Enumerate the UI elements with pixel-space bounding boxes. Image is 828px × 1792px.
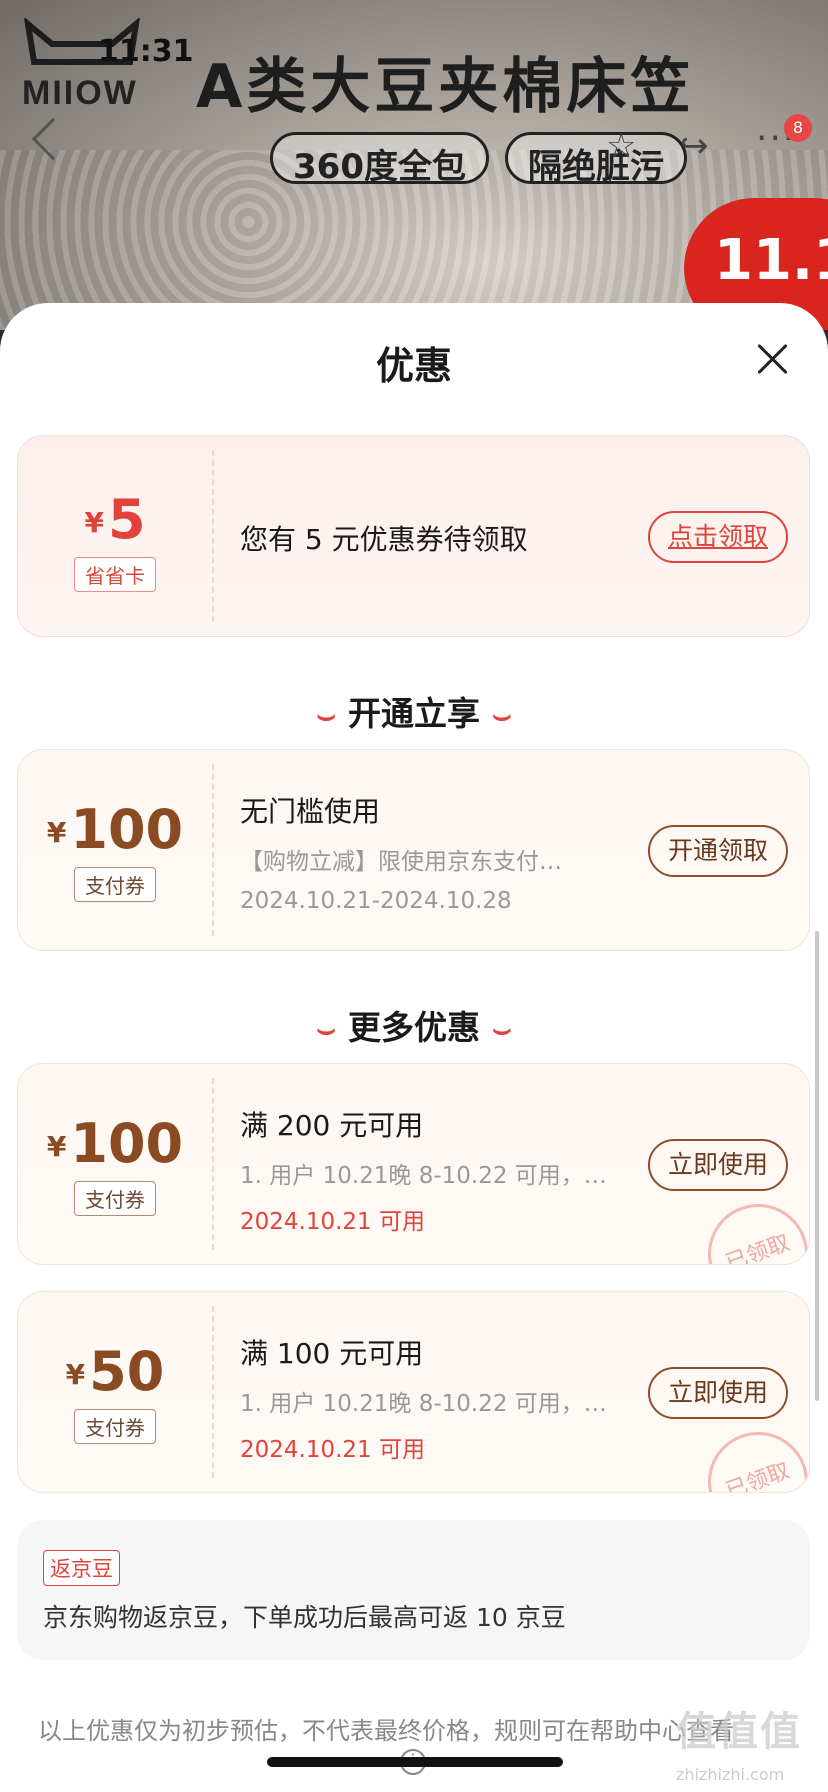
coupon-type-label: 省省卡 — [74, 557, 156, 592]
coupon-title: 满 100 元可用 — [240, 1337, 424, 1370]
rebate-text: 京东购物返京豆，下单成功后最高可返 10 京豆 — [43, 1603, 566, 1632]
watermark: 值值值 — [676, 1709, 802, 1755]
home-indicator — [267, 1757, 563, 1767]
curl-right-icon: ⌣ — [492, 1012, 512, 1047]
coupon-amount: ¥5 省省卡 — [18, 488, 212, 592]
coupon-info: 满 100 元可用 1. 用户 10.21晚 8-10.22 可用，… 2024… — [240, 1332, 630, 1464]
scrollbar[interactable] — [815, 931, 819, 1401]
coupon-divider — [212, 764, 214, 936]
coupon-amount: ¥50 支付券 — [18, 1340, 212, 1444]
coupon-value: 100 — [70, 798, 184, 861]
rebate-tag: 返京豆 — [43, 1550, 120, 1586]
coupon-divider — [212, 450, 214, 622]
coupon-card-more-1: ¥100 支付券 满 200 元可用 1. 用户 10.21晚 8-10.22 … — [17, 1063, 810, 1265]
sheet-title: 优惠 — [375, 344, 452, 388]
coupon-type-label: 支付券 — [74, 1409, 156, 1444]
banner-title: A类大豆夹棉床笠 — [196, 52, 695, 122]
coupon-card-savings: ¥5 省省卡 您有 5 元优惠券待领取 点击领取 — [17, 435, 810, 637]
coupon-title: 满 200 元可用 — [240, 1109, 424, 1142]
watermark-url: zhizhizhi.com — [676, 1765, 785, 1784]
banner-tag-1: 360度全包 — [270, 132, 489, 187]
coupon-divider — [212, 1078, 214, 1250]
open-claim-button[interactable]: 开通领取 — [648, 825, 788, 877]
banner-tag-2: 隔绝脏污 — [505, 132, 687, 187]
claimed-stamp: 已领取 — [693, 1417, 809, 1492]
coupon-info: 满 200 元可用 1. 用户 10.21晚 8-10.22 可用，… 2024… — [240, 1104, 630, 1236]
use-now-button[interactable]: 立即使用 — [648, 1139, 788, 1191]
section-title: 开通立享 — [348, 694, 480, 733]
close-icon[interactable] — [752, 339, 792, 379]
coupon-desc: 【购物立减】限使用京东支付… — [240, 849, 562, 875]
coupon-card-more-2: ¥50 支付券 满 100 元可用 1. 用户 10.21晚 8-10.22 可… — [17, 1291, 810, 1493]
claimed-stamp: 已领取 — [693, 1189, 809, 1264]
currency-symbol: ¥ — [46, 816, 67, 849]
brand-name: MIIOW — [22, 74, 138, 112]
coupon-value: 5 — [107, 488, 146, 551]
curl-left-icon: ⌣ — [316, 698, 336, 733]
share-icon[interactable]: ↪ — [680, 126, 709, 166]
curl-right-icon: ⌣ — [492, 698, 512, 733]
star-icon[interactable]: ☆ — [606, 126, 636, 166]
use-now-button[interactable]: 立即使用 — [648, 1367, 788, 1419]
coupon-title: 无门槛使用 — [240, 795, 381, 828]
coupon-date: 2024.10.21-2024.10.28 — [240, 888, 512, 914]
currency-symbol: ¥ — [84, 506, 104, 539]
coupon-value: 50 — [89, 1340, 165, 1403]
coupon-type-label: 支付券 — [74, 1181, 156, 1216]
section-header-more: ⌣ 更多优惠 ⌣ — [0, 1001, 828, 1049]
notification-badge: 8 — [784, 114, 812, 142]
section-header-open: ⌣ 开通立享 ⌣ — [0, 687, 828, 735]
currency-symbol: ¥ — [46, 1130, 67, 1163]
coupon-info: 无门槛使用 【购物立减】限使用京东支付… 2024.10.21-2024.10.… — [240, 790, 630, 914]
coupon-info: 您有 5 元优惠券待领取 — [240, 518, 528, 558]
coupon-card-open: ¥100 支付券 无门槛使用 【购物立减】限使用京东支付… 2024.10.21… — [17, 749, 810, 951]
coupon-amount: ¥100 支付券 — [18, 1112, 212, 1216]
coupon-amount: ¥100 支付券 — [18, 798, 212, 902]
coupon-type-label: 支付券 — [74, 867, 156, 902]
coupon-date: 2024.10.21 可用 — [240, 1437, 425, 1463]
coupon-desc: 1. 用户 10.21晚 8-10.22 可用，… — [240, 1391, 607, 1417]
coupon-desc: 1. 用户 10.21晚 8-10.22 可用，… — [240, 1163, 607, 1189]
claim-button[interactable]: 点击领取 — [648, 511, 788, 563]
coupon-text: 您有 5 元优惠券待领取 — [240, 523, 528, 556]
currency-symbol: ¥ — [65, 1358, 86, 1391]
status-time: 11:31 — [98, 34, 194, 69]
coupon-value: 100 — [70, 1112, 184, 1175]
discount-sheet: 优惠 ¥5 省省卡 您有 5 元优惠券待领取 点击领取 ⌣ 开通立享 ⌣ ¥100 … — [0, 303, 828, 1792]
coupon-date: 2024.10.21 可用 — [240, 1209, 425, 1235]
section-title: 更多优惠 — [348, 1008, 480, 1047]
coupon-divider — [212, 1306, 214, 1478]
product-banner: MIIOW 11:31 A类大豆夹棉床笠 360度全包 隔绝脏污 ☆ ↪ ···… — [0, 0, 828, 330]
curl-left-icon: ⌣ — [316, 1012, 336, 1047]
jingdou-rebate-box: 返京豆 京东购物返京豆，下单成功后最高可返 10 京豆 — [17, 1520, 810, 1660]
